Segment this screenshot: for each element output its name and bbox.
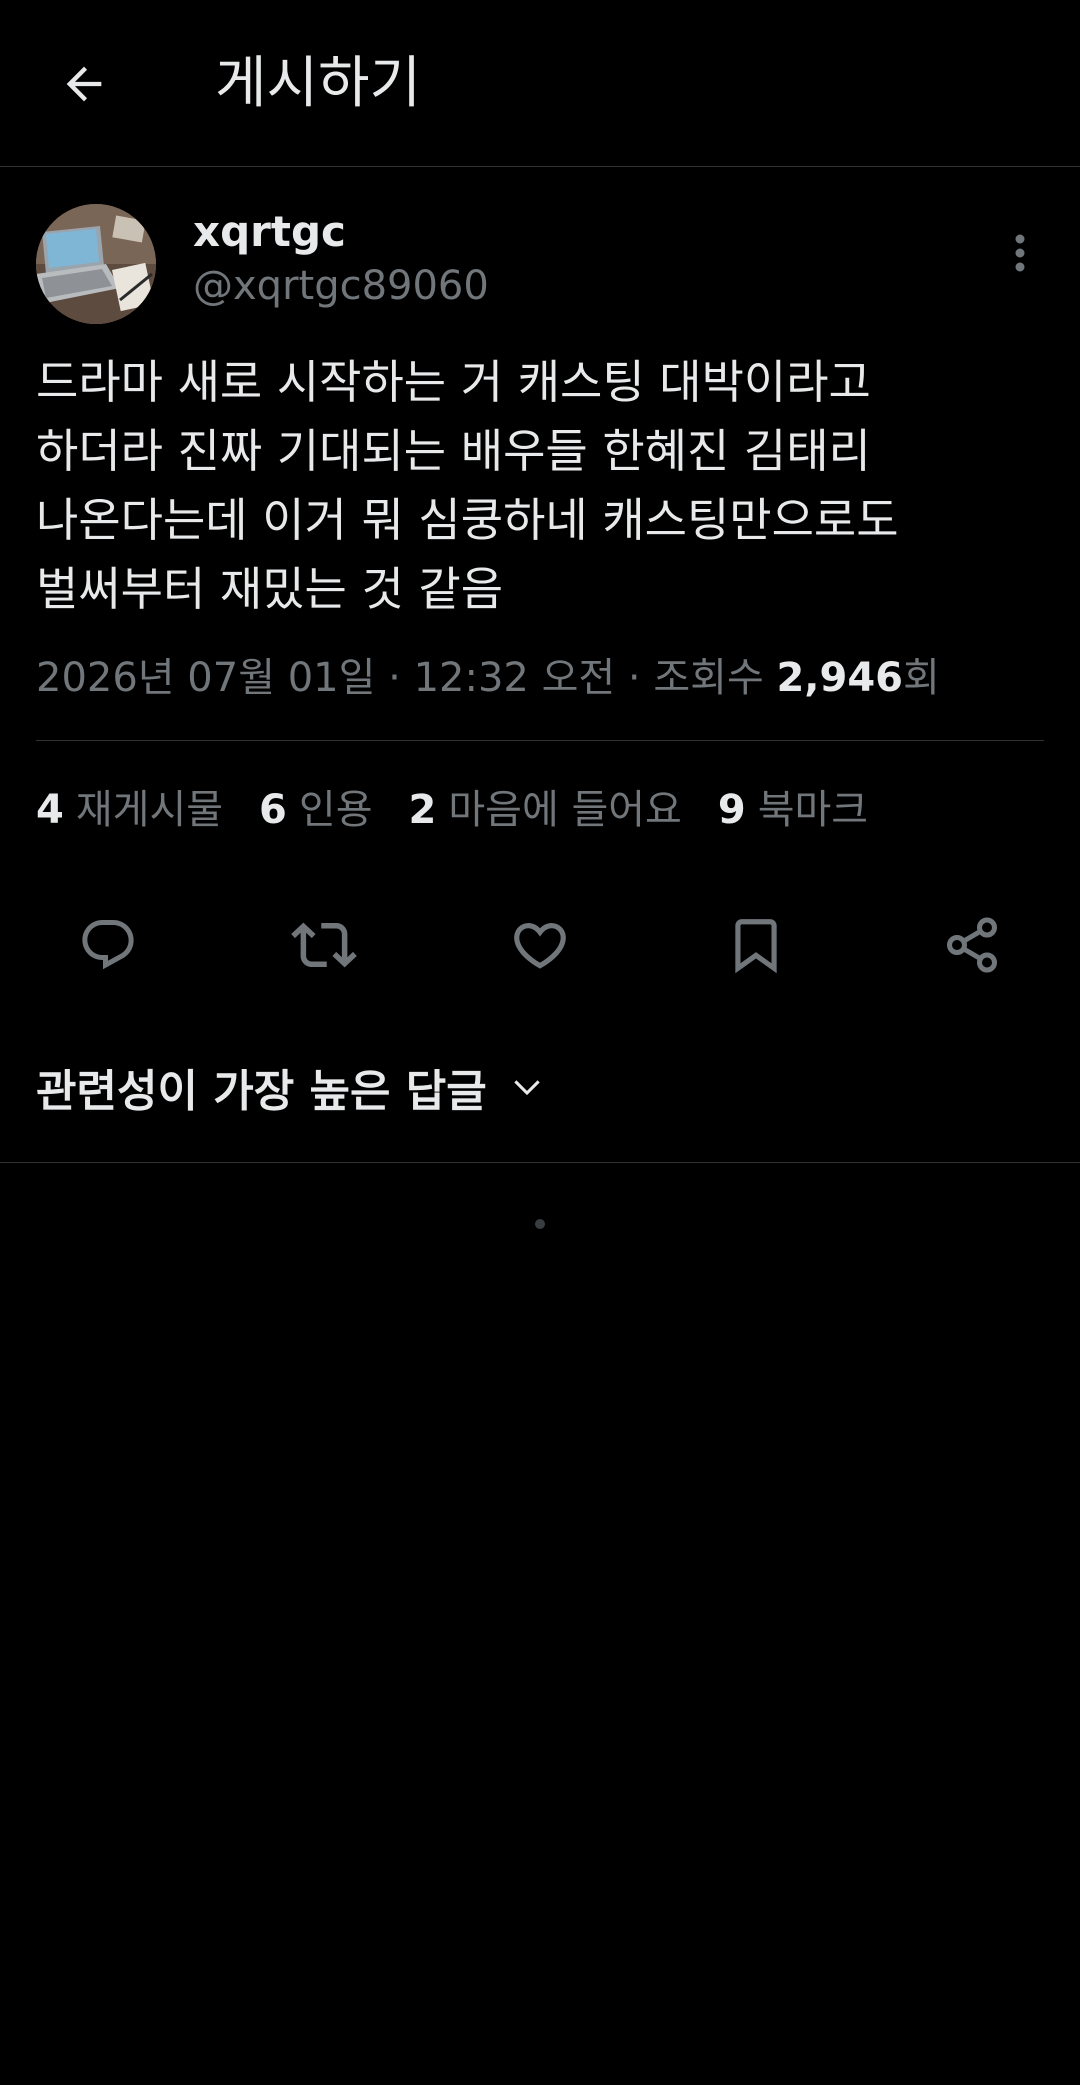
quotes-stat[interactable]: 6 인용 — [259, 782, 372, 838]
likes-count: 2 — [408, 787, 437, 833]
reply-icon — [82, 920, 134, 970]
reposts-stat[interactable]: 4 재게시물 — [36, 782, 223, 838]
post-text-line: 나온다는데 이거 뭐 심쿵하네 캐스팅만으로도 — [36, 493, 899, 547]
likes-label: 마음에 들어요 — [448, 787, 682, 833]
page-title: 게시하기 — [215, 51, 422, 116]
repost-icon — [291, 922, 357, 968]
views-count[interactable]: 2,946 — [776, 655, 903, 701]
engagement-stats: 4 재게시물 6 인용 2 마음에 들어요 9 북마크 — [36, 782, 904, 838]
meta-separator: · — [375, 655, 414, 701]
avatar-image — [36, 204, 156, 324]
back-button[interactable] — [50, 50, 118, 118]
bookmarks-stat[interactable]: 9 북마크 — [718, 782, 868, 838]
post-text-line: 드라마 새로 시작하는 거 캐스팅 대박이라고 — [36, 355, 871, 409]
like-button[interactable] — [495, 900, 585, 990]
loading-indicator — [535, 1219, 545, 1229]
views-label: 조회수 — [653, 655, 777, 701]
heart-icon — [514, 923, 566, 969]
reposts-count: 4 — [36, 787, 64, 833]
quotes-label: 인용 — [298, 787, 373, 833]
reply-sort-selector[interactable]: 관련성이 가장 높은 답글 — [36, 1055, 547, 1119]
avatar[interactable] — [36, 204, 156, 324]
post-metadata: 2026년 07월 01일 · 12:32 오전 · 조회수 2,946회 — [36, 650, 940, 706]
quotes-count: 6 — [259, 787, 287, 833]
repost-button[interactable] — [279, 900, 369, 990]
bookmark-button[interactable] — [711, 900, 801, 990]
bookmarks-label: 북마크 — [757, 787, 869, 833]
meta-separator: · — [615, 655, 654, 701]
reply-button[interactable] — [63, 900, 153, 990]
post-time: 12:32 오전 — [413, 655, 616, 701]
action-bar — [0, 900, 1080, 990]
post-text-line: 하더라 진짜 기대되는 배우들 한혜진 김태리 — [36, 424, 871, 478]
divider — [0, 1162, 1080, 1163]
share-icon — [947, 917, 997, 973]
more-options-button[interactable] — [998, 228, 1042, 278]
divider — [36, 740, 1044, 741]
bookmark-icon — [735, 919, 777, 974]
views-suffix: 회 — [903, 655, 940, 701]
author-display-name[interactable]: xqrtgc — [193, 206, 346, 258]
share-button[interactable] — [927, 900, 1017, 990]
reply-sort-label: 관련성이 가장 높은 답글 — [36, 1066, 487, 1117]
likes-stat[interactable]: 2 마음에 들어요 — [409, 782, 682, 838]
post-date: 2026년 07월 01일 — [36, 655, 376, 701]
bookmarks-count: 9 — [717, 787, 746, 833]
top-app-bar: 게시하기 — [0, 0, 1080, 167]
author-handle[interactable]: @xqrtgc89060 — [193, 260, 489, 312]
more-vertical-icon — [1015, 234, 1025, 272]
reposts-label: 재게시물 — [75, 787, 224, 833]
arrow-left-icon — [66, 66, 102, 102]
post-text-line: 벌써부터 재밌는 것 같음 — [36, 562, 504, 616]
chevron-down-icon — [507, 1067, 547, 1107]
post-text: 드라마 새로 시작하는 거 캐스팅 대박이라고 하더라 진짜 기대되는 배우들 … — [36, 348, 1036, 624]
